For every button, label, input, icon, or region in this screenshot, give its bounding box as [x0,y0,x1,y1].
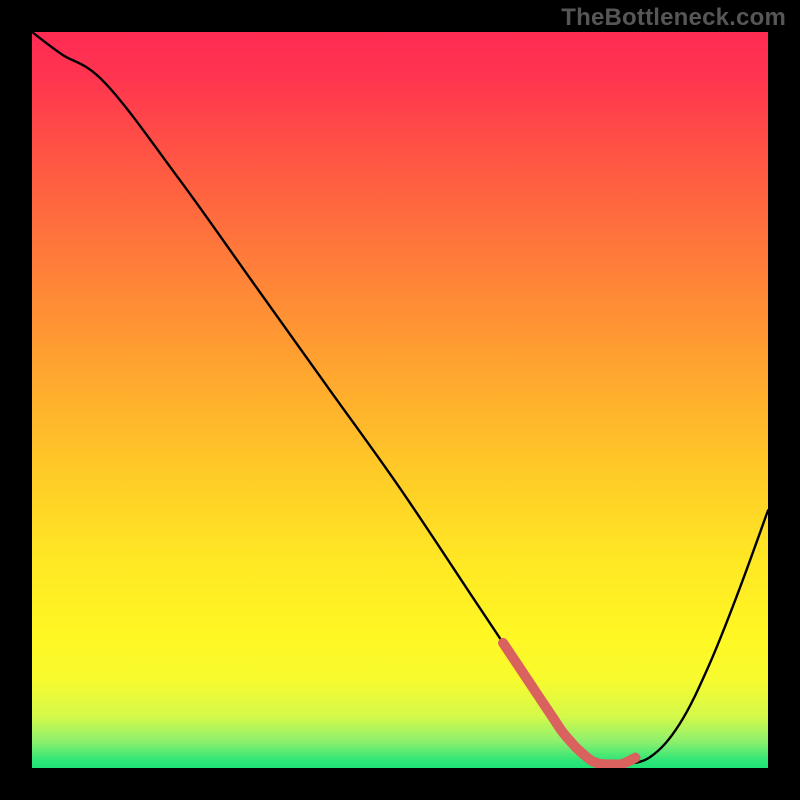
chart-container: TheBottleneck.com [0,0,800,800]
marker-line [503,643,635,765]
watermark-text: TheBottleneck.com [561,4,786,32]
curve-line [32,32,768,765]
plot-area [32,32,768,768]
chart-svg [32,32,768,768]
